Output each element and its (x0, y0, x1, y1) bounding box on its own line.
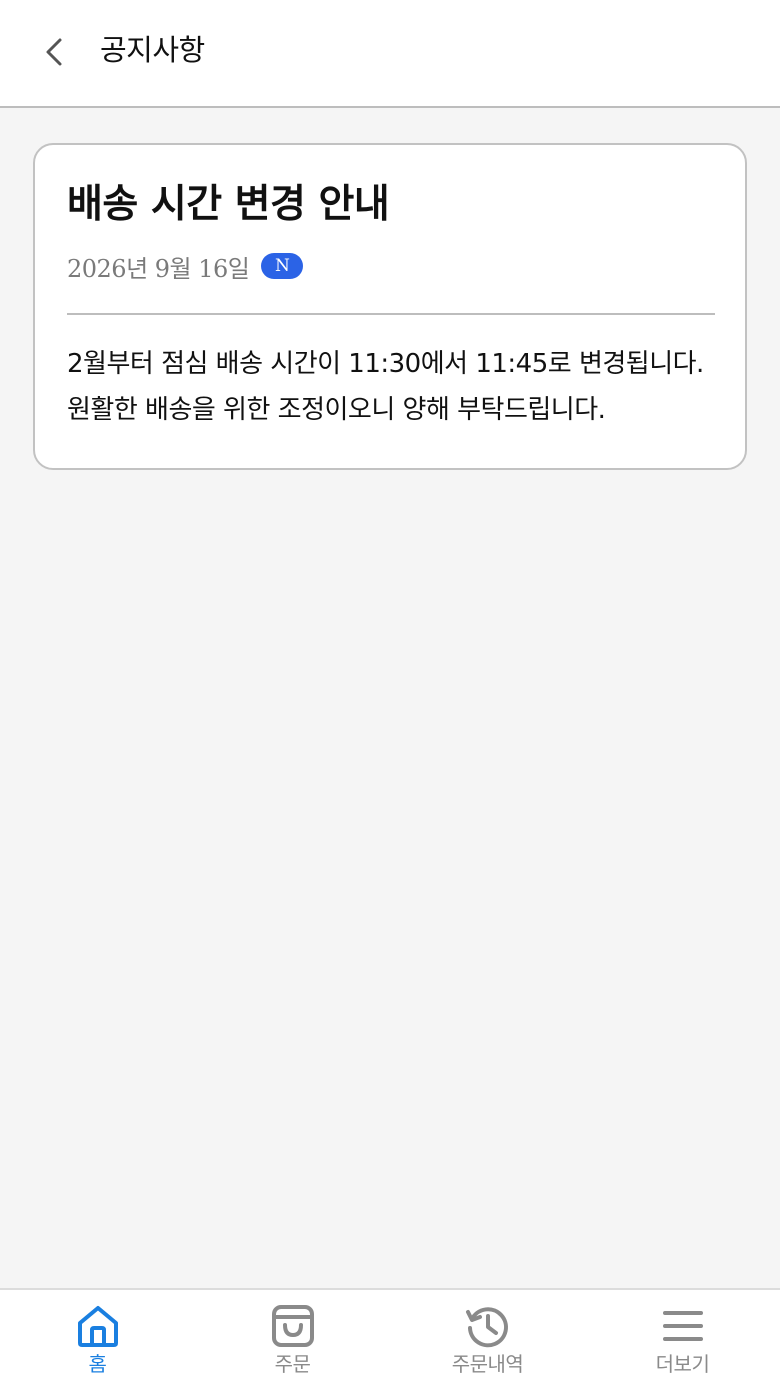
new-badge: N (261, 253, 304, 279)
notice-date: 2026년 9월 16일 (67, 254, 250, 283)
shopping-bag-icon (269, 1302, 317, 1350)
home-icon (74, 1302, 122, 1350)
notice-title: 배송 시간 변경 안내 (67, 182, 390, 227)
page-title: 공지사항 (100, 33, 205, 67)
nav-item-order[interactable]: 주문 (195, 1290, 390, 1386)
chevron-left-icon (40, 36, 68, 72)
nav-label-more: 더보기 (655, 1352, 710, 1376)
bottom-nav: 홈 주문 주문내역 더보기 (0, 1288, 780, 1386)
menu-icon (659, 1302, 707, 1350)
notice-body: 2월부터 점심 배송 시간이 11:30에서 11:45로 변경됩니다. 원활한… (67, 349, 704, 425)
nav-label-order: 주문 (274, 1352, 311, 1376)
nav-label-history: 주문내역 (451, 1352, 524, 1376)
app-header: 공지사항 (0, 0, 780, 108)
app-root: 공지사항 배송 시간 변경 안내 2026년 9월 16일 N 2월부터 점심 … (0, 0, 780, 1386)
nav-item-home[interactable]: 홈 (0, 1290, 195, 1386)
nav-label-home: 홈 (88, 1352, 107, 1376)
card-divider (67, 313, 715, 315)
back-button[interactable] (30, 30, 78, 78)
history-icon (464, 1302, 512, 1350)
nav-item-more[interactable]: 더보기 (585, 1290, 780, 1386)
notice-card: 배송 시간 변경 안내 2026년 9월 16일 N 2월부터 점심 배송 시간… (33, 143, 747, 470)
notice-meta: 2026년 9월 16일 N (67, 249, 304, 283)
nav-item-history[interactable]: 주문내역 (390, 1290, 585, 1386)
